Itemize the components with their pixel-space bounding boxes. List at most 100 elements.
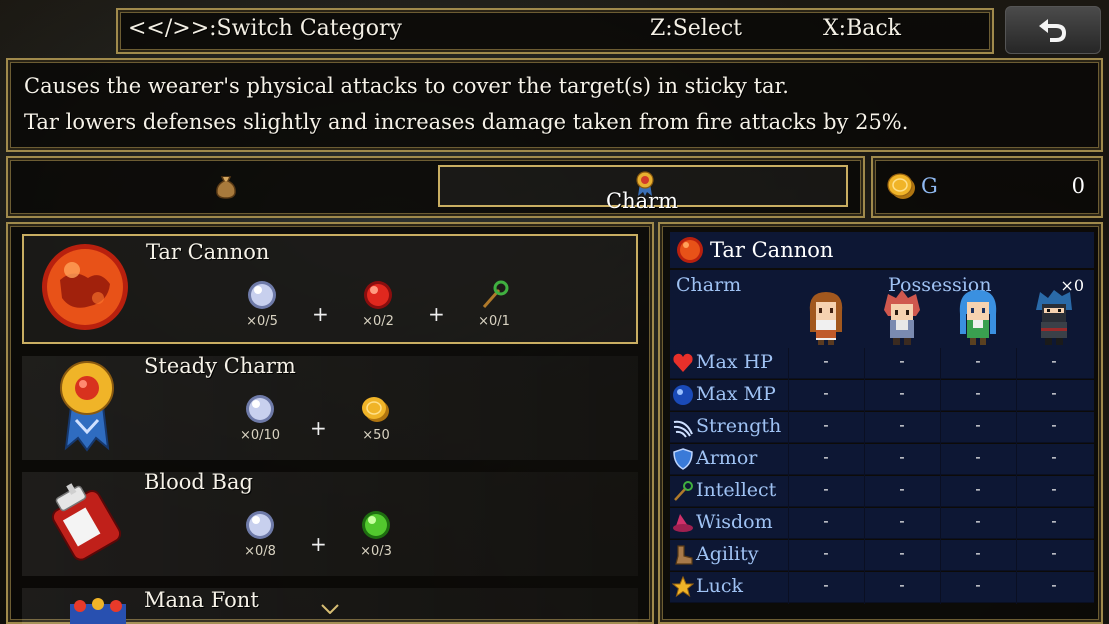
back-button[interactable] <box>1005 6 1101 54</box>
plus-sign: + <box>310 532 327 556</box>
stat-row-max-mp: Max MP - - - - <box>670 380 1094 411</box>
material-slot: ×0/8 <box>220 510 300 559</box>
item-name: Steady Charm <box>144 354 296 378</box>
hint-back: X:Back <box>823 16 902 41</box>
stat-value: - <box>975 384 981 402</box>
item-name: Tar Cannon <box>146 240 270 264</box>
stat-value: - <box>975 480 981 498</box>
green-orb-icon <box>362 511 390 539</box>
stat-row-max-hp: Max HP - - - - <box>670 348 1094 379</box>
material-count: ×0/1 <box>478 314 510 329</box>
star-icon <box>672 576 694 598</box>
staff-icon <box>674 481 693 501</box>
stat-value: - <box>899 576 905 594</box>
tar-orb-icon <box>42 244 128 330</box>
tar-orb-icon <box>677 237 703 263</box>
hint-switch-category: <</>>:Switch Category <box>128 16 402 41</box>
stat-row-wisdom: Wisdom - - - - <box>670 508 1094 539</box>
list-item-steady-charm[interactable]: Steady Charm ×0/10 + ×50 <box>22 350 638 460</box>
shield-icon <box>673 448 693 470</box>
stat-row-strength: Strength - - - - <box>670 412 1094 443</box>
stat-value: - <box>975 448 981 466</box>
description-line-2: Tar lowers defenses slightly and increas… <box>24 110 909 134</box>
stat-label: Agility <box>696 543 759 565</box>
detail-item-name: Tar Cannon <box>710 238 834 262</box>
stat-value: - <box>823 448 829 466</box>
boot-icon <box>675 545 693 565</box>
gold-label: G <box>921 174 938 198</box>
blue-orb-icon <box>673 385 693 405</box>
stat-value: - <box>899 480 905 498</box>
stat-value: - <box>899 544 905 562</box>
gold-coin-icon <box>362 397 389 422</box>
stat-value: - <box>823 352 829 370</box>
stat-label: Max MP <box>696 383 776 405</box>
stat-value: - <box>823 480 829 498</box>
stat-label: Luck <box>696 575 744 597</box>
plus-sign: + <box>310 416 327 440</box>
stat-value: - <box>899 448 905 466</box>
list-item-blood-bag[interactable]: Blood Bag ×0/8 + ×0/3 <box>22 466 638 576</box>
hint-select: Z:Select <box>650 16 743 41</box>
stat-row-luck: Luck - - - - <box>670 572 1094 603</box>
tab-charm-label: Charm <box>606 189 679 213</box>
column-divider <box>864 348 865 604</box>
silver-orb-icon <box>248 281 276 309</box>
material-count: ×0/2 <box>362 314 394 329</box>
stat-value: - <box>1051 384 1057 402</box>
column-divider <box>940 348 941 604</box>
heart-icon <box>673 353 693 372</box>
stat-value: - <box>899 512 905 530</box>
stat-value: - <box>975 352 981 370</box>
list-item-mana-font[interactable]: Mana Font <box>22 582 638 624</box>
claw-icon <box>673 420 693 438</box>
description-panel: Causes the wearer's physical attacks to … <box>6 58 1103 152</box>
tab-charm[interactable]: Charm <box>438 165 848 213</box>
item-name: Blood Bag <box>144 470 253 494</box>
stat-value: - <box>1051 416 1057 434</box>
stat-value: - <box>1051 480 1057 498</box>
bag-icon <box>216 176 236 199</box>
material-slot: ×0/10 <box>220 394 300 443</box>
stat-value: - <box>899 416 905 434</box>
character-brown-haired-girl <box>809 292 843 345</box>
stat-value: - <box>1051 512 1057 530</box>
plus-sign: + <box>312 302 329 326</box>
material-slot: ×0/1 <box>454 280 534 329</box>
stat-value: - <box>823 576 829 594</box>
column-divider <box>788 348 789 604</box>
detail-header: Tar Cannon <box>670 232 1094 268</box>
return-arrow-icon <box>1039 19 1066 42</box>
character-masked-ninja <box>1036 290 1072 345</box>
stat-value: - <box>975 512 981 530</box>
detail-character-header: Charm Possession ×0 <box>670 270 1094 348</box>
list-item-tar-cannon[interactable]: Tar Cannon ×0/5 + ×0/2 + ×0/1 <box>22 234 638 344</box>
stat-row-intellect: Intellect - - - - <box>670 476 1094 507</box>
stat-row-agility: Agility - - - - <box>670 540 1094 571</box>
tab-materials[interactable] <box>22 165 432 207</box>
stat-label: Max HP <box>696 351 773 373</box>
staff-icon <box>482 280 509 308</box>
material-slot: ×0/3 <box>336 510 416 559</box>
column-divider <box>1016 348 1017 604</box>
material-count: ×0/8 <box>244 544 276 559</box>
character-red-haired-boy <box>884 290 920 345</box>
stat-label: Armor <box>696 447 758 469</box>
stat-value: - <box>1051 448 1057 466</box>
stat-value: - <box>823 416 829 434</box>
gold-amount: 0 <box>1071 174 1085 198</box>
stat-label: Wisdom <box>696 511 773 533</box>
stat-value: - <box>899 352 905 370</box>
stat-value: - <box>975 576 981 594</box>
red-orb-icon <box>364 281 392 309</box>
scroll-down-arrow-icon[interactable] <box>321 604 339 614</box>
material-count: ×50 <box>362 428 390 443</box>
material-slot: ×50 <box>336 394 416 443</box>
stat-value: - <box>823 384 829 402</box>
stat-value: - <box>899 384 905 402</box>
mana-font-icon <box>70 598 126 624</box>
medal-ribbon-icon <box>60 361 114 452</box>
stat-row-armor: Armor - - - - <box>670 444 1094 475</box>
stat-value: - <box>1051 544 1057 562</box>
material-count: ×0/3 <box>360 544 392 559</box>
